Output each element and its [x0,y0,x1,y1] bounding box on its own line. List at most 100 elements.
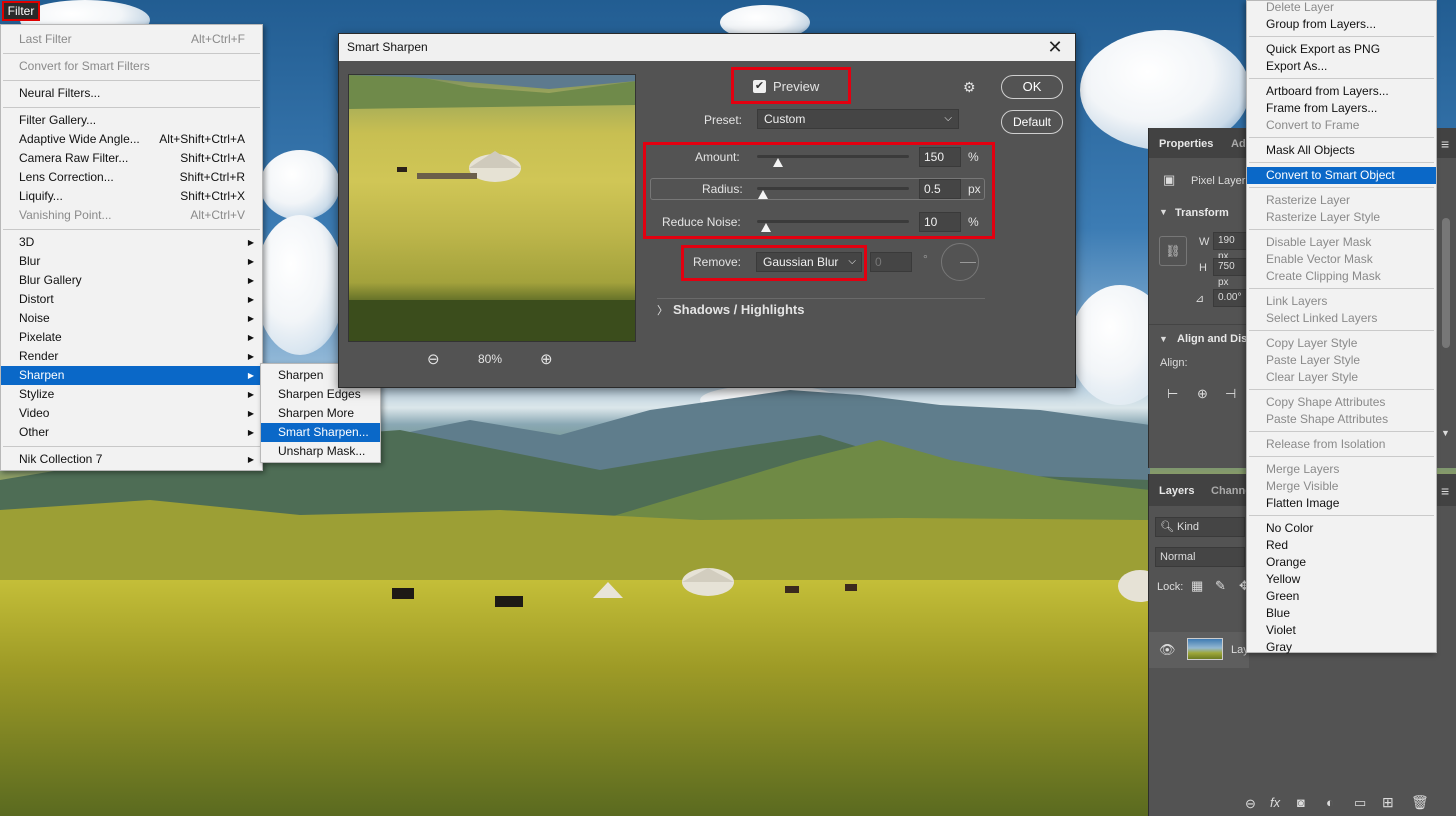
chevron-down-icon[interactable]: ▼ [1159,207,1168,217]
align-center-icon[interactable]: ⊕ [1197,386,1208,402]
ctx-item-color-violet[interactable]: Violet [1247,622,1436,639]
menu-item-stylize[interactable]: Stylize ▶ [1,385,262,404]
align-right-icon[interactable]: ⊣ [1225,386,1236,402]
submenu-item-smart-sharpen[interactable]: Smart Sharpen... [261,423,380,442]
filter-menu-button[interactable]: Filter [2,1,40,21]
ctx-item-group-from-layers[interactable]: Group from Layers... [1247,16,1436,33]
ctx-item-frame-from-layers[interactable]: Frame from Layers... [1247,100,1436,117]
menu-item-distort[interactable]: Distort ▶ [1,290,262,309]
default-button[interactable]: Default [1001,110,1063,134]
preset-select[interactable]: Custom ⌵ [757,109,959,129]
panel-scrollbar[interactable] [1442,218,1450,348]
ctx-item-color-red[interactable]: Red [1247,537,1436,554]
ctx-item-merge-visible[interactable]: Merge Visible [1247,478,1436,495]
ctx-item-color-orange[interactable]: Orange [1247,554,1436,571]
panel-menu-icon[interactable]: ≡ [1441,483,1449,499]
width-input[interactable]: 190 px [1213,232,1249,262]
menu-item-nik-collection[interactable]: Nik Collection 7 ▶ [1,450,262,469]
ctx-item-color-green[interactable]: Green [1247,588,1436,605]
panel-menu-icon[interactable]: ≡ [1441,136,1449,152]
ctx-item-color-gray[interactable]: Gray [1247,639,1436,656]
filter-kind-select[interactable]: 🔍︎ Kind [1155,517,1245,537]
ctx-item-rasterize-layer[interactable]: Rasterize Layer [1247,192,1436,209]
menu-item-noise[interactable]: Noise ▶ [1,309,262,328]
ctx-item-convert-to-smart-object[interactable]: Convert to Smart Object [1247,167,1436,184]
blend-mode-select[interactable]: Normal [1155,547,1245,567]
amount-input[interactable]: 150 [919,147,961,167]
chevron-right-icon[interactable]: 〉 [657,302,668,318]
menu-item-sharpen[interactable]: Sharpen ▶ [1,366,262,385]
menu-item-last-filter[interactable]: Last Filter Alt+Ctrl+F [1,30,262,49]
height-input[interactable]: 750 px [1213,258,1249,288]
ctx-item-paste-layer-style[interactable]: Paste Layer Style [1247,352,1436,369]
tab-layers[interactable]: Layers [1159,485,1194,497]
ctx-item-copy-layer-style[interactable]: Copy Layer Style [1247,335,1436,352]
preview-checkbox[interactable]: ✔ [753,80,766,93]
ctx-item-color-blue[interactable]: Blue [1247,605,1436,622]
menu-item-pixelate[interactable]: Pixelate ▶ [1,328,262,347]
trash-icon[interactable]: 🗑︎ [1411,794,1429,811]
menu-item-lens-correction[interactable]: Lens Correction... Shift+Ctrl+R [1,168,262,187]
menu-item-3d[interactable]: 3D ▶ [1,233,262,252]
ctx-item-create-clipping-mask[interactable]: Create Clipping Mask [1247,268,1436,285]
ctx-item-copy-shape-attributes[interactable]: Copy Shape Attributes [1247,394,1436,411]
ctx-item-mask-all-objects[interactable]: Mask All Objects [1247,142,1436,159]
reduce-noise-slider-track[interactable] [757,220,909,223]
ctx-item-color-none[interactable]: No Color [1247,520,1436,537]
remove-select[interactable]: Gaussian Blur ⌵ [756,252,862,272]
tab-adjustments[interactable]: Ad [1231,138,1246,150]
ctx-item-rasterize-layer-style[interactable]: Rasterize Layer Style [1247,209,1436,226]
ctx-item-enable-vector-mask[interactable]: Enable Vector Mask [1247,251,1436,268]
menu-item-filter-gallery[interactable]: Filter Gallery... [1,111,262,130]
ok-button[interactable]: OK [1001,75,1063,99]
radius-slider-thumb[interactable] [758,190,769,199]
menu-item-camera-raw-filter[interactable]: Camera Raw Filter... Shift+Ctrl+A [1,149,262,168]
lock-transparent-icon[interactable]: ▦ [1191,578,1203,594]
menu-item-blur[interactable]: Blur ▶ [1,252,262,271]
ctx-item-merge-layers[interactable]: Merge Layers [1247,461,1436,478]
submenu-item-sharpen-more[interactable]: Sharpen More [261,404,380,423]
menu-item-adaptive-wide-angle[interactable]: Adaptive Wide Angle... Alt+Shift+Ctrl+A [1,130,262,149]
radius-input[interactable]: 0.5 [919,179,961,199]
menu-item-vanishing-point[interactable]: Vanishing Point... Alt+Ctrl+V [1,206,262,225]
submenu-item-unsharp-mask[interactable]: Unsharp Mask... [261,442,380,461]
ctx-item-quick-export-png[interactable]: Quick Export as PNG [1247,41,1436,58]
ctx-item-convert-to-frame[interactable]: Convert to Frame [1247,117,1436,134]
ctx-item-disable-layer-mask[interactable]: Disable Layer Mask [1247,234,1436,251]
brush-icon[interactable]: ✎ [1215,578,1226,594]
menu-item-blur-gallery[interactable]: Blur Gallery ▶ [1,271,262,290]
ctx-item-select-linked-layers[interactable]: Select Linked Layers [1247,310,1436,327]
gear-icon[interactable]: ⚙ [963,79,976,96]
zoom-in-icon[interactable]: ⊕ [540,350,553,368]
ctx-item-clear-layer-style[interactable]: Clear Layer Style [1247,369,1436,386]
reduce-noise-slider-thumb[interactable] [761,223,772,232]
ctx-item-flatten-image[interactable]: Flatten Image [1247,495,1436,512]
shadows-highlights-section[interactable]: Shadows / Highlights [673,302,804,317]
link-layers-icon[interactable]: ⊖ [1245,796,1256,812]
preview-image[interactable] [348,74,636,342]
dialog-title-bar[interactable]: Smart Sharpen [339,34,1075,61]
fx-icon[interactable]: fx [1270,795,1280,810]
ctx-item-paste-shape-attributes[interactable]: Paste Shape Attributes [1247,411,1436,428]
angle-input[interactable]: 0.00° [1213,289,1249,307]
ctx-item-delete-layer[interactable]: Delete Layer [1247,0,1436,16]
angle-input[interactable]: 0 [870,252,912,272]
link-icon[interactable]: ⛓ [1159,236,1187,266]
align-left-icon[interactable]: ⊢ [1167,386,1178,402]
radius-slider-track[interactable] [757,187,909,190]
tab-properties[interactable]: Properties [1159,138,1213,150]
zoom-out-icon[interactable]: ⊖ [427,350,440,368]
chevron-down-icon[interactable]: ▼ [1159,334,1168,344]
reduce-noise-input[interactable]: 10 [919,212,961,232]
ctx-item-artboard-from-layers[interactable]: Artboard from Layers... [1247,83,1436,100]
menu-item-render[interactable]: Render ▶ [1,347,262,366]
folder-icon[interactable]: ▭ [1354,795,1366,811]
ctx-item-release-from-isolation[interactable]: Release from Isolation [1247,436,1436,453]
menu-item-video[interactable]: Video ▶ [1,404,262,423]
amount-slider-thumb[interactable] [773,158,784,167]
add-mask-icon[interactable]: ◙ [1297,795,1305,810]
close-icon[interactable]: ✕ [1045,37,1065,57]
ctx-item-export-as[interactable]: Export As... [1247,58,1436,75]
menu-item-neural-filters[interactable]: Neural Filters... [1,84,262,103]
menu-item-other[interactable]: Other ▶ [1,423,262,442]
